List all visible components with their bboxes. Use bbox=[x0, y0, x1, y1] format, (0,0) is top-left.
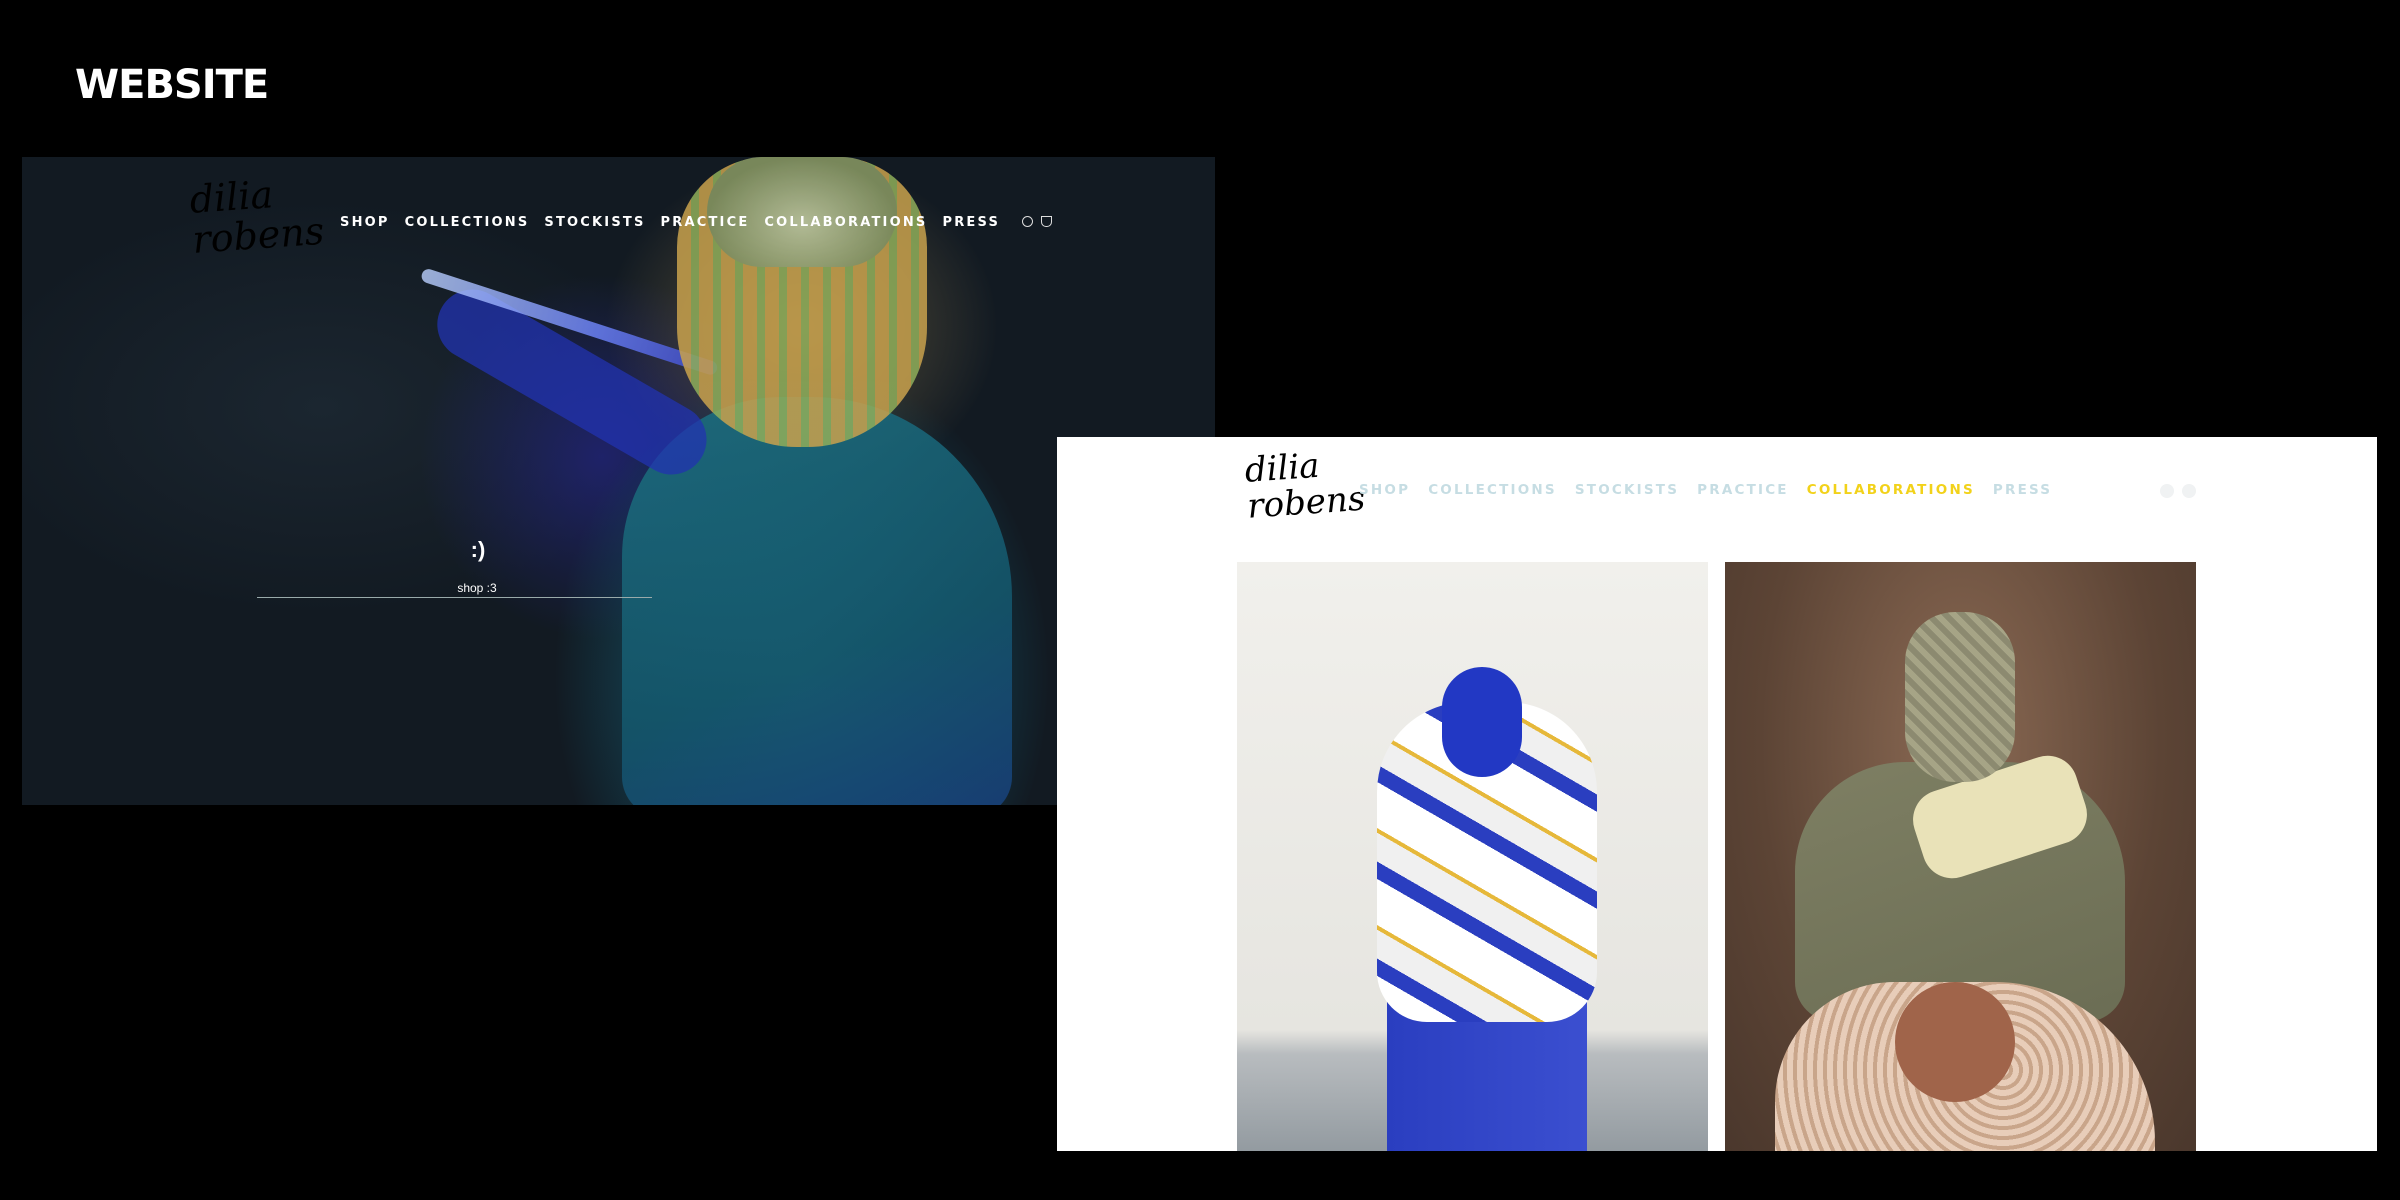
nav-press[interactable]: PRESS bbox=[1993, 482, 2052, 498]
nav-collections[interactable]: COLLECTIONS bbox=[1428, 482, 1557, 498]
dark-website-screenshot: dilia robens SHOP COLLECTIONS STOCKISTS … bbox=[22, 157, 1215, 805]
collaboration-photo[interactable] bbox=[1725, 562, 2196, 1151]
light-website-screenshot: dilia robens SHOP COLLECTIONS STOCKISTS … bbox=[1057, 437, 2377, 1151]
photo-figure-legs bbox=[1387, 1002, 1587, 1151]
nav-practice[interactable]: PRACTICE bbox=[661, 215, 750, 230]
basket-icon[interactable] bbox=[2182, 484, 2196, 498]
nav-shop[interactable]: SHOP bbox=[340, 215, 390, 230]
brand-logo[interactable]: dilia robens bbox=[188, 170, 335, 289]
nav-shop[interactable]: SHOP bbox=[1359, 482, 1410, 498]
smiley-glyph: :) bbox=[470, 537, 486, 562]
account-icon[interactable] bbox=[2160, 484, 2174, 498]
collaboration-photo[interactable] bbox=[1237, 562, 1708, 1151]
nav-collaborations[interactable]: COLLABORATIONS bbox=[1807, 482, 1975, 498]
hero-knit-mask bbox=[677, 157, 927, 447]
brand-logo[interactable]: dilia robens bbox=[1244, 445, 1367, 552]
nav-press[interactable]: PRESS bbox=[942, 215, 1000, 230]
nav-collaborations[interactable]: COLLABORATIONS bbox=[764, 215, 927, 230]
header-icons bbox=[2160, 484, 2196, 498]
photo-figure-hood bbox=[1442, 667, 1522, 777]
account-icon[interactable] bbox=[1022, 216, 1033, 227]
nav-stockists[interactable]: STOCKISTS bbox=[544, 215, 645, 230]
nav-stockists[interactable]: STOCKISTS bbox=[1575, 482, 1679, 498]
shop-link[interactable]: shop :3 bbox=[402, 581, 552, 595]
photo-figure-mask bbox=[1905, 612, 2015, 782]
page-title: WEBSITE bbox=[75, 62, 269, 108]
header-icons bbox=[1022, 216, 1052, 227]
hero-figure-arm bbox=[424, 276, 720, 488]
basket-icon[interactable] bbox=[1041, 216, 1052, 227]
main-nav: SHOP COLLECTIONS STOCKISTS PRACTICE COLL… bbox=[340, 215, 1000, 230]
nav-collections[interactable]: COLLECTIONS bbox=[405, 215, 530, 230]
nav-practice[interactable]: PRACTICE bbox=[1697, 482, 1789, 498]
main-nav: SHOP COLLECTIONS STOCKISTS PRACTICE COLL… bbox=[1359, 482, 2052, 498]
shop-link-underline bbox=[257, 597, 652, 598]
photo-figure-hands bbox=[1895, 982, 2015, 1102]
